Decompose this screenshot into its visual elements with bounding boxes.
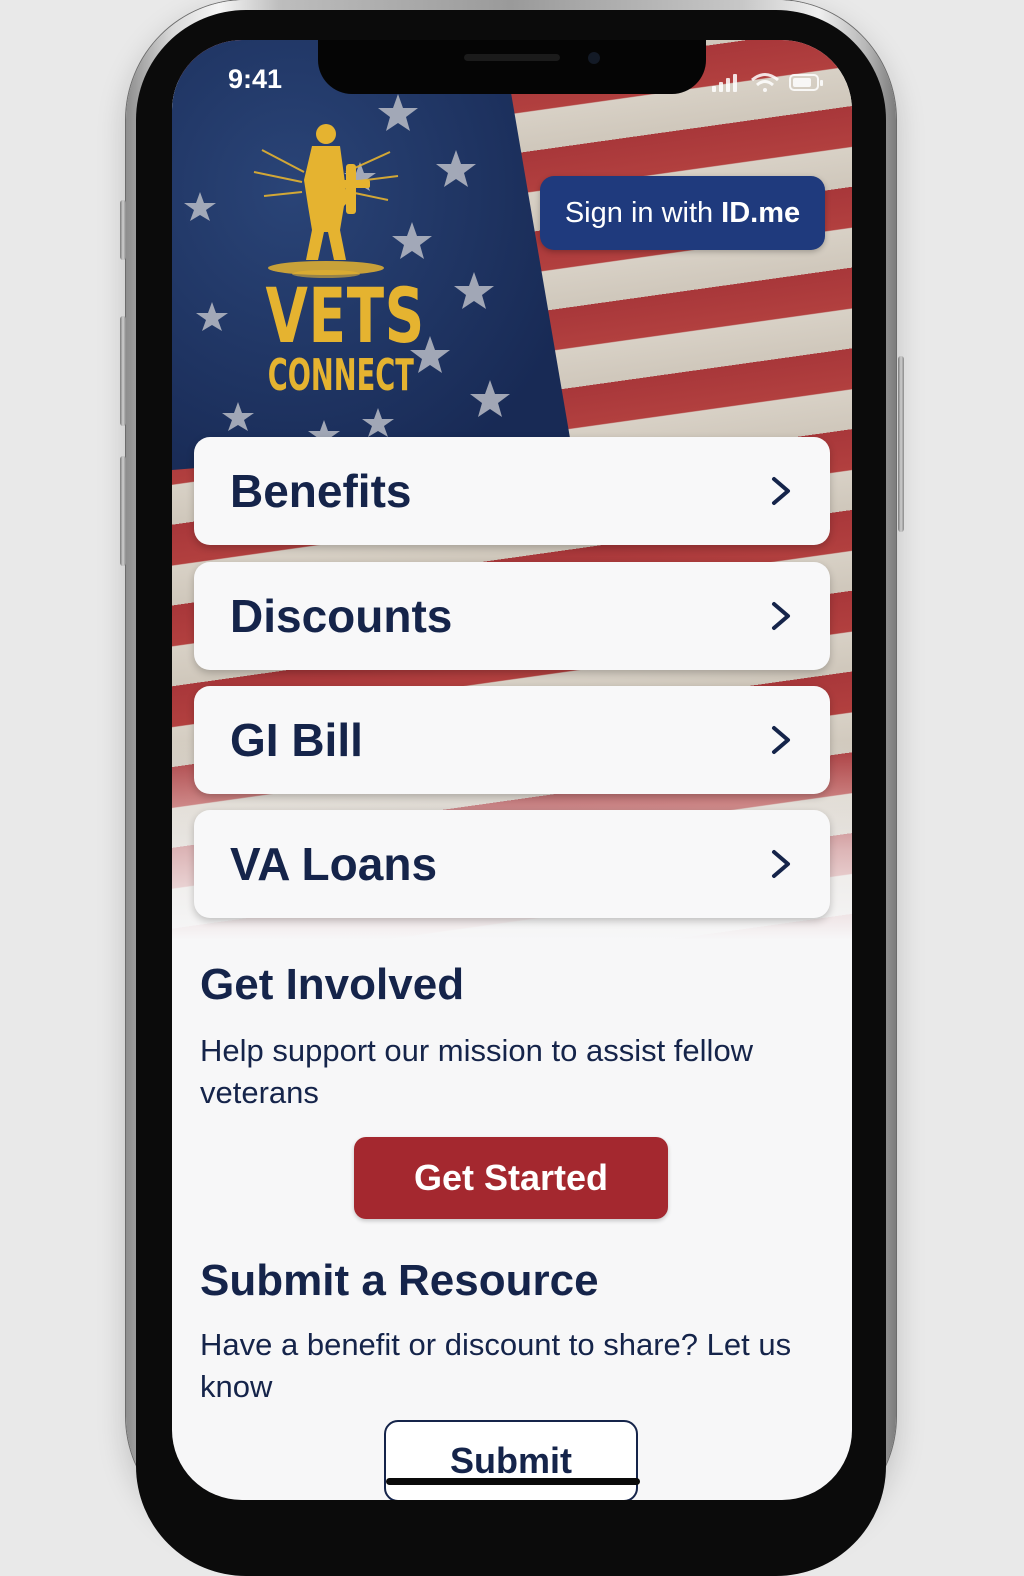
submit-button[interactable]: Submit	[384, 1420, 638, 1500]
power-button	[898, 356, 904, 532]
soldier-icon	[253, 124, 399, 278]
battery-icon	[789, 74, 823, 91]
chevron-right-icon	[772, 602, 790, 630]
signin-idme-button[interactable]: Sign in with ID.me	[540, 176, 825, 250]
front-camera	[588, 52, 600, 64]
volume-down-button	[120, 456, 126, 566]
idme-brand: ID.me	[721, 196, 801, 229]
get-involved-title: Get Involved	[200, 960, 465, 1009]
speaker-grille	[464, 54, 560, 61]
menu-item-label: Discounts	[230, 590, 453, 642]
chevron-right-icon	[772, 850, 790, 878]
submit-resource-title: Submit a Resource	[200, 1256, 599, 1305]
app-logo: VETS CONNECT	[242, 120, 425, 410]
signal-icon	[712, 74, 737, 92]
action-button	[120, 200, 126, 260]
menu-item-gi-bill[interactable]: GI Bill	[194, 686, 830, 794]
signin-label: Sign in with	[564, 196, 714, 229]
app-screen: 9:41 VETS CONNECT Sign in with ID.me Ben…	[172, 40, 852, 1500]
wifi-icon	[751, 73, 779, 92]
menu-item-label: GI Bill	[230, 714, 363, 766]
menu-item-label: VA Loans	[230, 838, 438, 890]
get-started-button[interactable]: Get Started	[354, 1137, 668, 1219]
home-indicator[interactable]	[386, 1478, 640, 1485]
chevron-right-icon	[772, 726, 790, 754]
menu-item-va-loans[interactable]: VA Loans	[194, 810, 830, 918]
menu-item-label: Benefits	[230, 465, 412, 517]
status-time: 9:41	[228, 64, 283, 94]
logo-title-line1: VETS	[265, 271, 425, 360]
submit-resource-description: Have a benefit or discount to share? Let…	[200, 1327, 792, 1404]
get-involved-description: Help support our mission to assist fello…	[200, 1033, 754, 1110]
menu-item-benefits[interactable]: Benefits	[194, 437, 830, 545]
chevron-right-icon	[772, 477, 790, 505]
notch	[318, 40, 706, 94]
volume-up-button	[120, 316, 126, 426]
menu-item-discounts[interactable]: Discounts	[194, 562, 830, 670]
logo-title-line2: CONNECT	[267, 350, 414, 401]
status-icons	[712, 73, 823, 92]
